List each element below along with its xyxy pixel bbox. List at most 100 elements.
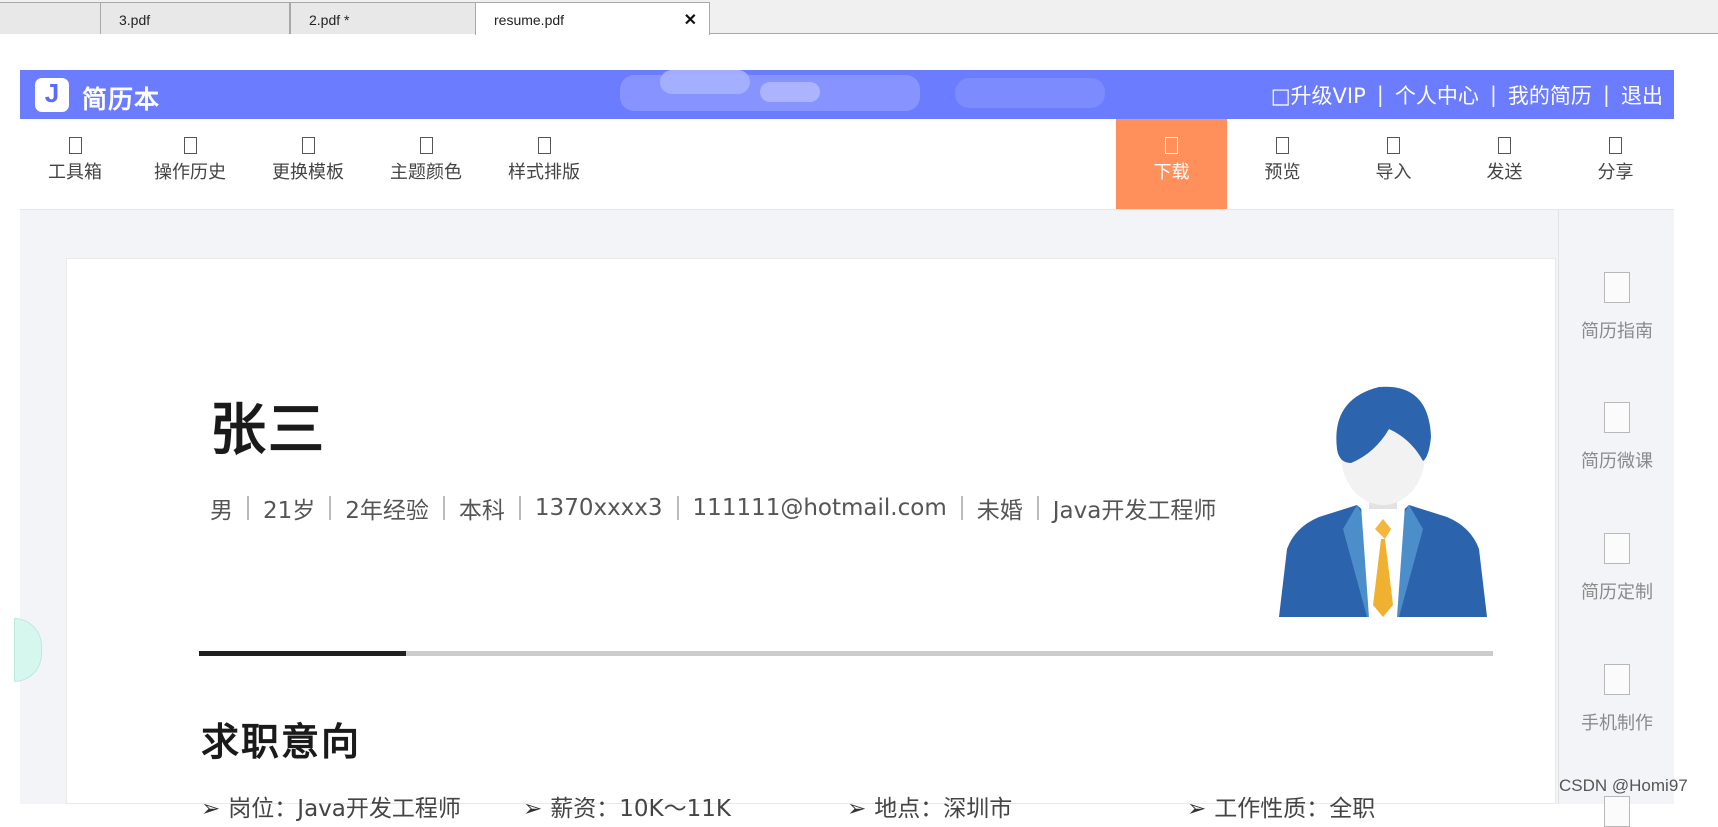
- toolbar-label: 导入: [1375, 162, 1412, 183]
- watermark: CSDN @Homi97: [1559, 776, 1688, 795]
- toolbar-label: 分享: [1597, 162, 1634, 183]
- toolbar-label: 更换模板: [272, 162, 344, 183]
- candidate-name[interactable]: 张三: [210, 385, 326, 466]
- info-separator: [1036, 496, 1039, 520]
- avatar-image[interactable]: [1279, 379, 1487, 617]
- toolbar-label: 操作历史: [154, 162, 226, 183]
- change-template-button[interactable]: 更换模板: [263, 119, 353, 209]
- info-job-title[interactable]: Java开发工程师: [1053, 491, 1217, 525]
- theme-color-button[interactable]: 主题颜色: [381, 119, 471, 209]
- user-center-link[interactable]: 个人中心: [1384, 80, 1490, 110]
- info-separator: [960, 496, 963, 520]
- mobile-create-button[interactable]: 手机制作: [1559, 664, 1675, 735]
- side-panel-label: 简历指南: [1581, 321, 1653, 342]
- info-separator: [247, 496, 249, 520]
- side-panel: 简历指南 简历微课 简历定制 手机制作: [1558, 210, 1675, 827]
- blurred-region: [760, 82, 820, 102]
- more-button[interactable]: [1559, 796, 1675, 827]
- intent-text: 地点：深圳市: [874, 796, 1013, 822]
- logo-icon[interactable]: J: [35, 78, 69, 112]
- tab-label: 3.pdf: [119, 12, 151, 28]
- resume-page: 张三 男 21岁 2年经验 本科 1370xxxx3 111111@hotmai…: [66, 258, 1556, 822]
- job-intention-row: ➢ 岗位：Java开发工程师 ➢ 薪资：10K～11K ➢ 地点：深圳市 ➢ 工作性质：…: [201, 789, 1501, 822]
- job-intention-title[interactable]: 求职意向: [201, 711, 361, 766]
- intent-job-type[interactable]: ➢ 工作性质：全职: [1187, 789, 1375, 823]
- blurred-region: [660, 70, 750, 94]
- info-phone[interactable]: 1370xxxx3: [535, 495, 663, 521]
- preview-icon: [1276, 137, 1289, 154]
- import-icon: [1387, 137, 1400, 154]
- intent-location[interactable]: ➢ 地点：深圳市: [847, 789, 1012, 823]
- arrow-icon: ➢: [523, 796, 543, 822]
- info-separator: [676, 496, 679, 520]
- info-experience[interactable]: 2年经验: [345, 491, 429, 525]
- tab-2-pdf[interactable]: 2.pdf *: [290, 2, 480, 34]
- tab-resume-pdf[interactable]: resume.pdf ✕: [475, 2, 710, 35]
- section-divider-accent: [199, 651, 406, 656]
- mobile-icon: [1604, 664, 1630, 695]
- arrow-icon: ➢: [847, 796, 867, 822]
- custom-icon: [1604, 533, 1630, 564]
- intent-position[interactable]: ➢ 岗位：Java开发工程师: [201, 789, 461, 823]
- logo-text[interactable]: 简历本: [82, 80, 160, 116]
- intent-salary[interactable]: ➢ 薪资：10K～11K: [523, 789, 731, 823]
- info-separator: [329, 496, 332, 520]
- toolbar-label: 主题颜色: [390, 162, 462, 183]
- resume-guide-button[interactable]: 简历指南: [1559, 272, 1675, 343]
- toolbox-icon: [68, 137, 82, 154]
- basic-info-row: 男 21岁 2年经验 本科 1370xxxx3 111111@hotmail.c…: [210, 491, 1216, 525]
- toolbar-label: 下载: [1153, 162, 1190, 183]
- share-icon: [1609, 137, 1622, 154]
- info-separator: [518, 496, 521, 520]
- side-panel-label: 简历定制: [1581, 582, 1653, 603]
- history-button[interactable]: 操作历史: [145, 119, 235, 209]
- resume-course-button[interactable]: 简历微课: [1559, 402, 1675, 473]
- info-gender[interactable]: 男: [210, 491, 233, 525]
- download-icon: [1165, 137, 1178, 154]
- resume-custom-button[interactable]: 简历定制: [1559, 533, 1675, 604]
- my-resume-link[interactable]: 我的简历: [1497, 80, 1603, 110]
- logout-link[interactable]: 退出: [1610, 80, 1674, 110]
- share-button[interactable]: 分享: [1560, 119, 1671, 209]
- preview-button[interactable]: 预览: [1227, 119, 1338, 209]
- tab-blank[interactable]: [0, 2, 102, 34]
- template-icon: [301, 137, 315, 154]
- toolbar: 工具箱 操作历史 更换模板 主题颜色 样式排版 下载 预览 导入 发送 分享: [20, 119, 1674, 210]
- guide-icon: [1604, 272, 1630, 303]
- toolbar-label: 工具箱: [48, 162, 102, 183]
- info-email[interactable]: 111111@hotmail.com: [693, 495, 947, 521]
- import-button[interactable]: 导入: [1338, 119, 1449, 209]
- send-icon: [1498, 137, 1511, 154]
- toolbar-label: 样式排版: [508, 162, 580, 183]
- intent-text: 薪资：10K～11K: [550, 796, 731, 822]
- info-marital-status[interactable]: 未婚: [977, 491, 1023, 525]
- tab-label: resume.pdf: [494, 12, 565, 28]
- arrow-icon: ➢: [201, 796, 221, 822]
- tab-3-pdf[interactable]: 3.pdf: [100, 2, 290, 34]
- history-icon: [183, 137, 197, 154]
- toolbar-label: 发送: [1486, 162, 1523, 183]
- separator: |: [1489, 82, 1497, 107]
- send-button[interactable]: 发送: [1449, 119, 1560, 209]
- tab-label: 2.pdf *: [309, 12, 350, 28]
- blurred-region: [955, 78, 1105, 108]
- info-separator: [442, 496, 445, 520]
- upgrade-vip-link[interactable]: □升级VIP: [1260, 80, 1377, 110]
- close-tab-icon[interactable]: ✕: [684, 10, 697, 30]
- layout-icon: [537, 137, 551, 154]
- toolbar-label: 预览: [1264, 162, 1301, 183]
- layout-style-button[interactable]: 样式排版: [499, 119, 589, 209]
- theme-color-icon: [419, 137, 433, 154]
- toolbox-button[interactable]: 工具箱: [40, 119, 110, 209]
- info-age[interactable]: 21岁: [263, 491, 315, 525]
- separator: |: [1602, 82, 1610, 107]
- intent-text: 岗位：Java开发工程师: [228, 796, 461, 822]
- tab-strip: 3.pdf 2.pdf * resume.pdf ✕: [0, 0, 1718, 35]
- separator: |: [1376, 82, 1384, 107]
- header-links: □升级VIP | 个人中心 | 我的简历 | 退出: [1260, 70, 1674, 119]
- side-panel-label: 手机制作: [1581, 713, 1653, 734]
- info-education[interactable]: 本科: [459, 491, 505, 525]
- download-button[interactable]: 下载: [1116, 119, 1227, 209]
- more-icon: [1604, 796, 1630, 827]
- course-icon: [1604, 402, 1630, 433]
